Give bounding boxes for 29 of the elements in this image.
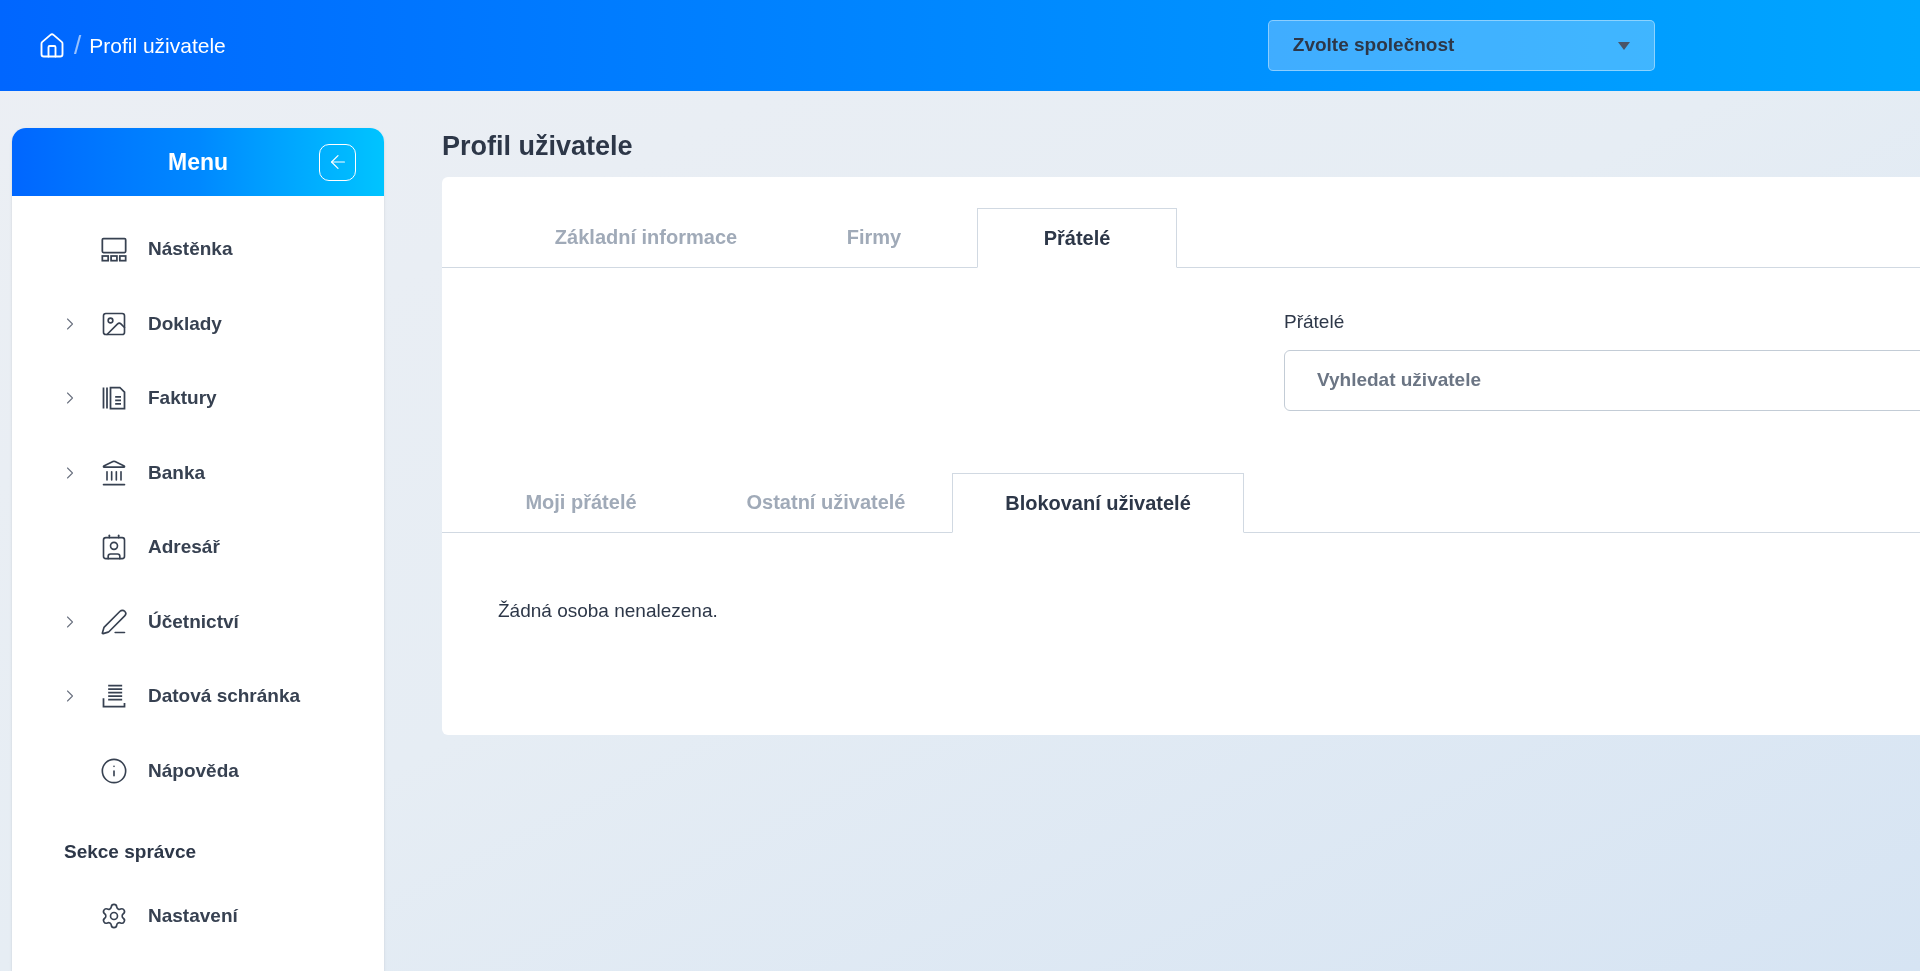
page-title: Profil uživatele: [442, 130, 634, 162]
breadcrumb-separator: /: [74, 29, 82, 62]
field-label: Přátelé: [1284, 310, 1346, 334]
caret-down-icon: [1617, 41, 1630, 50]
menu-item[interactable]: Faktury: [148, 384, 217, 413]
menu-item[interactable]: Nápověda: [148, 756, 239, 785]
settings-icon: [100, 901, 128, 930]
bank-icon: [100, 458, 128, 487]
info-icon: [100, 756, 128, 785]
company-select[interactable]: Zvolte společnost: [1267, 20, 1655, 71]
tab[interactable]: Přátelé: [977, 208, 1177, 268]
home-icon[interactable]: [38, 31, 66, 60]
tab[interactable]: Blokovaní uživatelé: [952, 472, 1244, 533]
contact-card-icon: [100, 533, 128, 562]
menu-item[interactable]: Adresář: [148, 533, 220, 562]
sidebar-title: Menu: [167, 147, 229, 177]
pencil-icon: [100, 607, 128, 636]
menu-item[interactable]: Datová schránka: [148, 682, 301, 711]
search-field[interactable]: Vyhledat uživatele: [1284, 349, 1920, 411]
menu-item[interactable]: Doklady: [148, 309, 222, 338]
dashboard-icon: [100, 235, 128, 264]
empty-message: Žádná osoba nenalezena.: [498, 598, 719, 623]
menu-item[interactable]: Banka: [148, 458, 206, 487]
collapse-button[interactable]: [319, 143, 356, 181]
menu-item[interactable]: Účetnictví: [148, 607, 239, 636]
breadcrumb-current: Profil uživatele: [89, 32, 226, 59]
menu-item[interactable]: Nastavení: [148, 901, 238, 930]
menu-item[interactable]: Nástěnka: [148, 235, 233, 264]
section-heading: Sekce správce: [63, 840, 198, 864]
